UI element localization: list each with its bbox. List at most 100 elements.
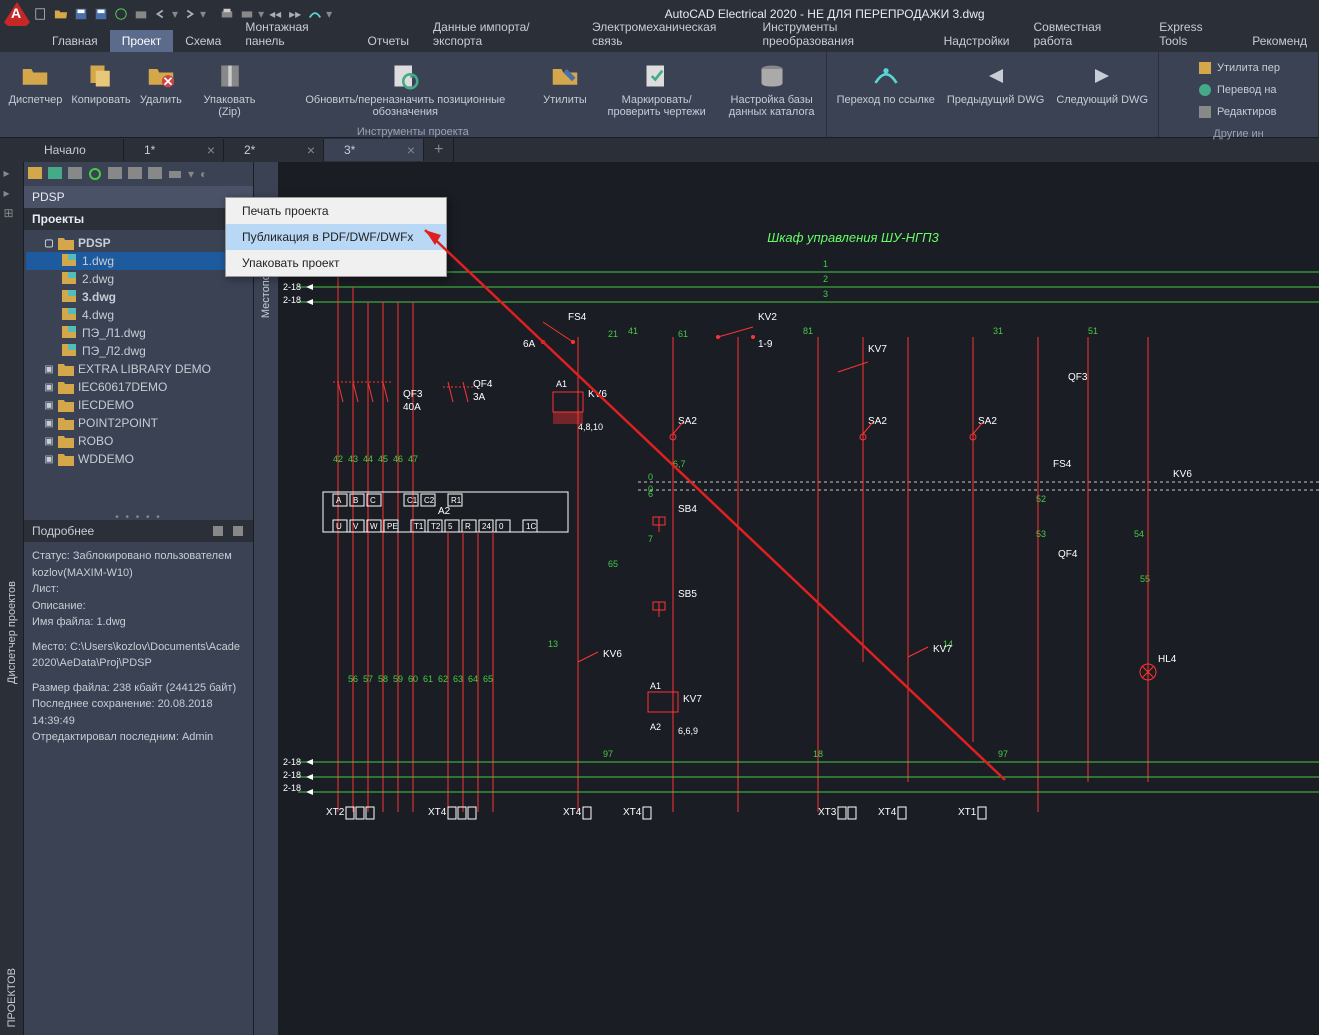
ribbon-next-dwg-button[interactable]: Следующий DWG xyxy=(1050,58,1154,108)
svg-text:B: B xyxy=(353,496,358,505)
expand-icon[interactable]: ▣ xyxy=(44,382,54,392)
tree-project[interactable]: ▣IEC60617DEMO xyxy=(26,378,251,396)
tb-icon[interactable] xyxy=(108,167,122,181)
ribbon-update-button[interactable]: Обновить/переназначить позиционные обозн… xyxy=(272,58,538,120)
svg-text:42: 42 xyxy=(333,454,343,464)
ribbon-tab-home[interactable]: Главная xyxy=(40,30,110,52)
ribbon-copy-button[interactable]: Копировать xyxy=(67,58,135,108)
tree-file[interactable]: 1.dwg xyxy=(26,252,251,270)
project-panel: ▾ ◐ PDSP Проекты ▢ PDSP 1.dwg 2.dwg 3.dw… xyxy=(24,162,254,1035)
tb-icon[interactable] xyxy=(68,167,82,181)
svg-text:24: 24 xyxy=(482,522,491,531)
expand-icon[interactable]: ▣ xyxy=(44,436,54,446)
ribbon-goto-link-button[interactable]: Переход по ссылке xyxy=(831,58,941,108)
rail-icon-1[interactable]: ▸ xyxy=(4,166,20,182)
tree-project[interactable]: ▣ROBO xyxy=(26,432,251,450)
folder-icon xyxy=(58,362,74,376)
tb-refresh-icon[interactable] xyxy=(88,167,102,181)
doc-tab-add[interactable]: + xyxy=(424,137,454,163)
chevron-down-icon[interactable]: ▾ xyxy=(188,167,194,181)
label: Редактиров xyxy=(1217,106,1276,118)
ribbon-zip-button[interactable]: Упаковать (Zip) xyxy=(187,58,273,120)
ribbon-tab-convert[interactable]: Инструменты преобразования xyxy=(751,16,932,52)
tb-icon[interactable] xyxy=(128,167,142,181)
tree-file[interactable]: ПЭ_Л1.dwg xyxy=(26,324,251,342)
svg-text:A1: A1 xyxy=(556,379,567,389)
expand-icon[interactable]: ▣ xyxy=(44,418,54,428)
ribbon-delete-button[interactable]: Удалить xyxy=(135,58,187,108)
doc-tab-start[interactable]: Начало xyxy=(24,139,124,161)
ribbon-utilities-button[interactable]: Утилиты xyxy=(538,58,591,108)
context-item-print[interactable]: Печать проекта xyxy=(226,198,446,224)
ribbon-tab-project[interactable]: Проект xyxy=(110,30,174,52)
ribbon-tab-express[interactable]: Express Tools xyxy=(1147,16,1240,52)
tb-icon[interactable] xyxy=(48,167,62,181)
panel-grip[interactable]: • • • • • xyxy=(24,512,253,520)
svg-text:Шкаф управления ШУ-НГП3: Шкаф управления ШУ-НГП3 xyxy=(767,230,939,245)
rail-icon-2[interactable]: ▸ xyxy=(4,186,20,202)
label: Подробнее xyxy=(32,524,94,538)
qat-saveas-icon[interactable] xyxy=(92,5,110,23)
tree-file[interactable]: 3.dwg xyxy=(26,288,251,306)
ribbon-dispatcher-button[interactable]: Диспетчер xyxy=(4,58,67,108)
tree-file[interactable]: 2.dwg xyxy=(26,270,251,288)
qat-undo-icon[interactable] xyxy=(152,5,170,23)
details-icon[interactable] xyxy=(231,524,245,538)
qat-redo-icon[interactable] xyxy=(180,5,198,23)
ribbon-util-conv-button[interactable]: Утилита пер xyxy=(1191,58,1286,78)
ribbon-tab-panel[interactable]: Монтажная панель xyxy=(233,16,355,52)
tree-file[interactable]: ПЭ_Л2.dwg xyxy=(26,342,251,360)
tb-icon[interactable] xyxy=(28,167,42,181)
context-item-zip[interactable]: Упаковать проект xyxy=(226,250,446,276)
qat-open-icon[interactable] xyxy=(52,5,70,23)
tb-print-icon[interactable] xyxy=(168,167,182,181)
expand-icon[interactable]: ▣ xyxy=(44,454,54,464)
svg-text:1: 1 xyxy=(823,259,828,269)
ribbon-prev-dwg-button[interactable]: Предыдущий DWG xyxy=(941,58,1050,108)
close-icon[interactable]: × xyxy=(407,142,415,158)
app-logo-icon[interactable] xyxy=(4,2,30,26)
doc-tab-3[interactable]: 3*× xyxy=(324,139,424,161)
doc-tab-1[interactable]: 1*× xyxy=(124,139,224,161)
drawing-canvas[interactable]: Шкаф управления ШУ-НГП3 1 2 3 2-18 2-18 … xyxy=(278,162,1319,1035)
tree-project[interactable]: ▣IECDEMO xyxy=(26,396,251,414)
ribbon-tab-collab[interactable]: Совместная работа xyxy=(1021,16,1147,52)
svg-text:81: 81 xyxy=(803,326,813,336)
ribbon-tab-import[interactable]: Данные импорта/экспорта xyxy=(421,16,580,52)
qat-web-icon[interactable] xyxy=(112,5,130,23)
tree-root[interactable]: ▢ PDSP xyxy=(26,234,251,252)
ribbon-tab-addins[interactable]: Надстройки xyxy=(932,30,1022,52)
collapse-icon[interactable]: ▢ xyxy=(44,238,54,248)
ribbon-catalog-button[interactable]: Настройка базы данных каталога xyxy=(722,58,822,120)
expand-icon[interactable]: ▣ xyxy=(44,400,54,410)
tree-project[interactable]: ▣EXTRA LIBRARY DEMO xyxy=(26,360,251,378)
label: Утилиты xyxy=(543,94,587,106)
details-icon[interactable] xyxy=(211,524,225,538)
close-icon[interactable]: × xyxy=(207,142,215,158)
ribbon-tab-schema[interactable]: Схема xyxy=(173,30,233,52)
ribbon-tab-recommend[interactable]: Рекоменд xyxy=(1240,30,1319,52)
tb-more-icon[interactable]: ◐ xyxy=(200,167,207,181)
doc-tab-2[interactable]: 2*× xyxy=(224,139,324,161)
context-item-publish[interactable]: Публикация в PDF/DWF/DWFx xyxy=(226,224,446,250)
tree-file[interactable]: 4.dwg xyxy=(26,306,251,324)
tb-icon[interactable] xyxy=(148,167,162,181)
svg-text:18: 18 xyxy=(813,749,823,759)
ribbon-translate-button[interactable]: Перевод на xyxy=(1191,80,1283,100)
qat-plot-icon[interactable] xyxy=(132,5,150,23)
svg-text:61: 61 xyxy=(423,674,433,684)
ribbon-mark-button[interactable]: Маркировать/проверить чертежи xyxy=(592,58,722,120)
tree-project[interactable]: ▣POINT2POINT xyxy=(26,414,251,432)
ribbon-tab-emech[interactable]: Электромеханическая связь xyxy=(580,16,751,52)
qat-save-icon[interactable] xyxy=(72,5,90,23)
ribbon-tab-reports[interactable]: Отчеты xyxy=(356,30,421,52)
rail-icon-3[interactable]: ⊞ xyxy=(4,206,20,222)
details-header[interactable]: Подробнее xyxy=(24,520,253,542)
expand-icon[interactable]: ▣ xyxy=(44,364,54,374)
folder-icon xyxy=(19,60,51,92)
close-icon[interactable]: × xyxy=(307,142,315,158)
detail-line: Описание: xyxy=(32,598,245,615)
ribbon-edit-lang-button[interactable]: Редактиров xyxy=(1191,102,1282,122)
tree-project[interactable]: ▣WDDEMO xyxy=(26,450,251,468)
qat-new-icon[interactable] xyxy=(32,5,50,23)
